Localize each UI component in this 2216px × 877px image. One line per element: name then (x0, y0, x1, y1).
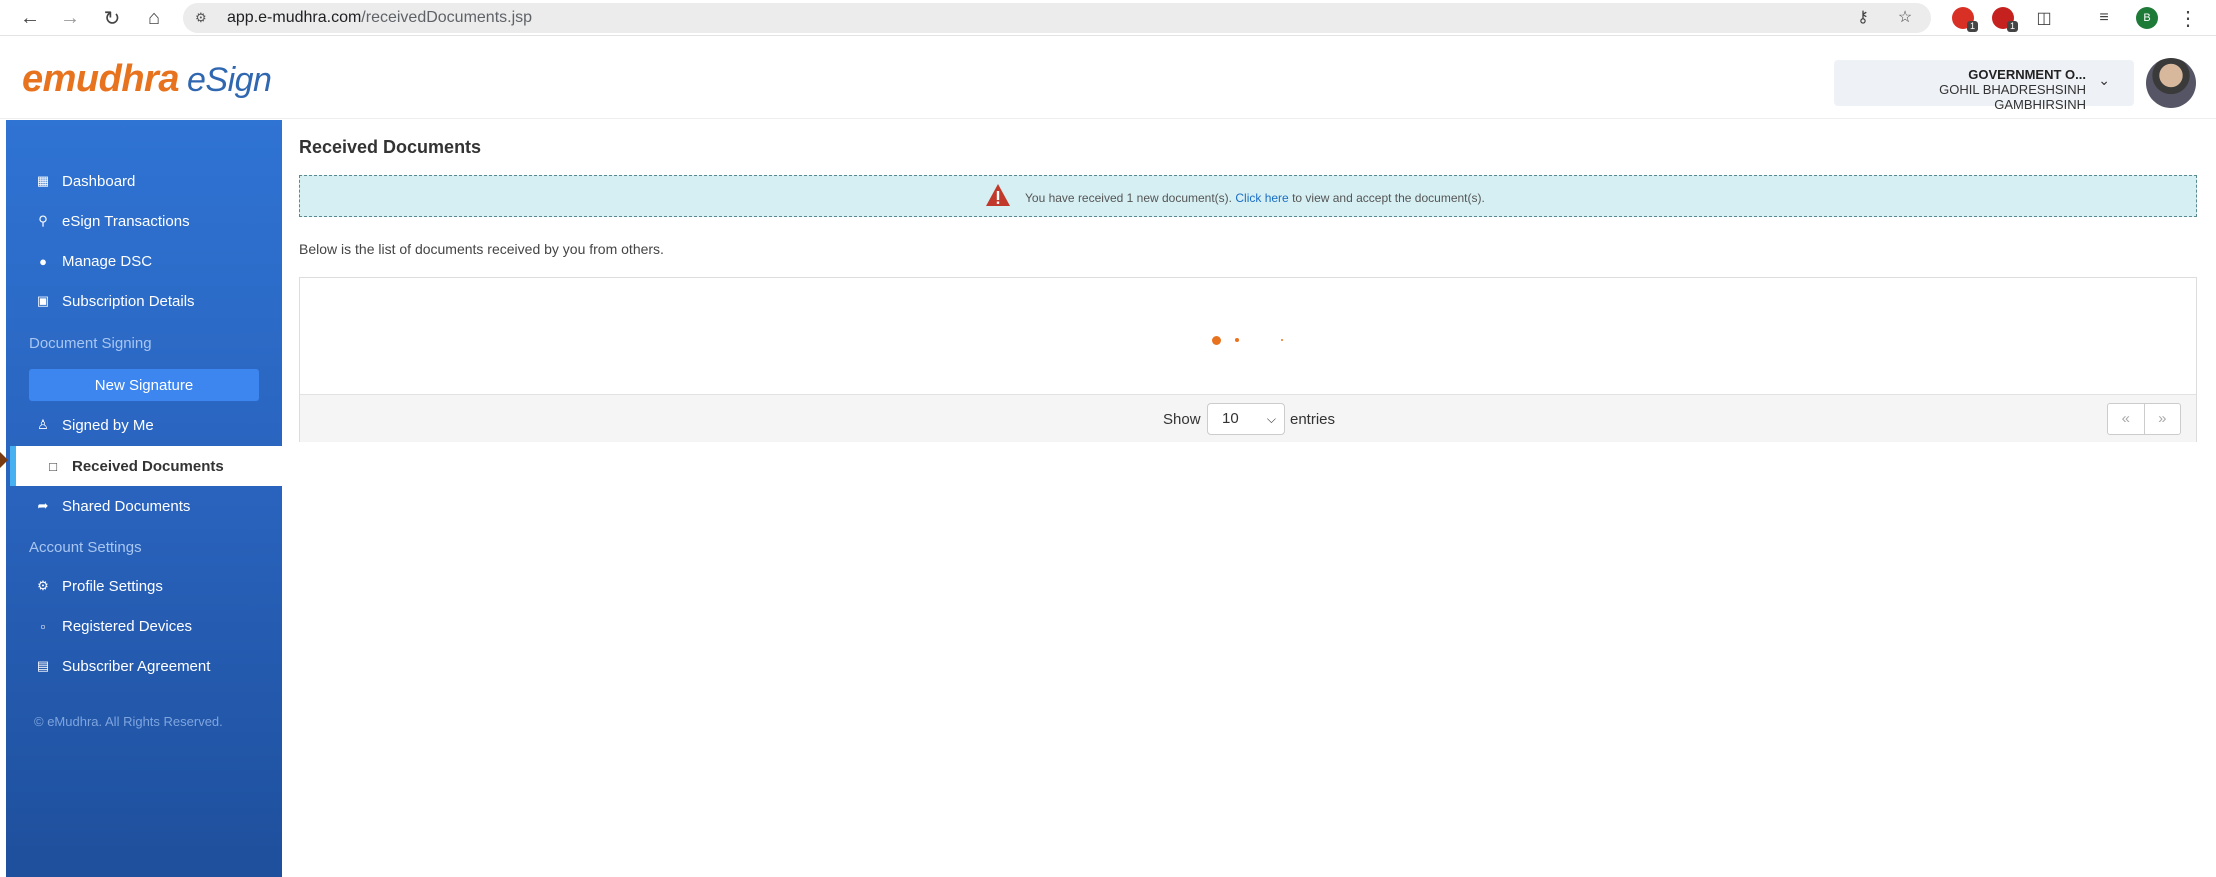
chevron-down-icon[interactable]: ⌄ (2098, 72, 2110, 89)
star-icon[interactable]: ☆ (1895, 8, 1915, 28)
copyright: © eMudhra. All Rights Reserved. (34, 714, 223, 729)
section-document-signing: Document Signing (29, 335, 152, 352)
circle-icon: ● (39, 253, 47, 269)
prev-page-button[interactable]: « (2108, 404, 2144, 434)
media-icon[interactable]: ≡ (2092, 6, 2116, 30)
site-info-icon[interactable]: ⚙ (195, 10, 211, 26)
pdf-icon: ▤ (36, 658, 50, 673)
entries-select[interactable]: 10 ⌵ (1207, 403, 1285, 435)
user-org: GOVERNMENT O... (1968, 67, 2086, 82)
dashboard-icon: ▦ (36, 173, 50, 188)
table-footer: Show 10 ⌵ entries « » (300, 394, 2196, 442)
user-icon: ♙ (37, 417, 49, 432)
sidebar: ▦ Dashboard ⚲ eSign Transactions ● Manage D… (6, 120, 282, 877)
extension-icon[interactable]: 1 (1992, 7, 2018, 32)
sidebar-item-dashboard[interactable]: ▦ Dashboard (6, 161, 282, 201)
extension-icon[interactable]: 1 (1952, 7, 1978, 32)
sidebar-item-shared-documents[interactable]: ➦ Shared Documents (6, 486, 282, 526)
user-name: GOHIL BHADRESHSINH GAMBHIRSINH (1939, 82, 2086, 112)
address-bar[interactable]: ⚙ app.e-mudhra.com/receivedDocuments.jsp… (183, 3, 1931, 33)
entries-label: entries (1290, 411, 1336, 428)
back-icon[interactable]: ← (18, 6, 42, 30)
page-title: Received Documents (299, 137, 482, 157)
menu-icon[interactable]: ⋮ (2176, 6, 2200, 30)
documents-table: Show 10 ⌵ entries « » (299, 277, 2197, 442)
url-text[interactable]: app.e-mudhra.com/receivedDocuments.jsp (227, 3, 532, 33)
sidebar-item-registered-devices[interactable]: ▫ Registered Devices (6, 606, 282, 646)
share-icon: ➦ (37, 498, 49, 513)
chevron-down-icon: ⌵ (1266, 412, 1276, 426)
logo[interactable]: emudhra eSign (22, 58, 272, 101)
sidebar-item-subscriber-agreement[interactable]: ▤ Subscriber Agreement (6, 646, 282, 686)
browser-toolbar: ← → ↻ ⌂ ⚙ app.e-mudhra.com/receivedDocum… (0, 0, 2216, 36)
reload-icon[interactable]: ↻ (100, 6, 124, 30)
puzzle-icon[interactable]: ◫ (2032, 6, 2056, 30)
profile-avatar[interactable]: B (2136, 7, 2158, 29)
active-pointer-icon (0, 452, 8, 468)
sidebar-item-subscription-details[interactable]: ▣ Subscription Details (6, 281, 282, 321)
sidebar-item-received-documents[interactable]: □ Received Documents (10, 446, 282, 486)
alert-message: You have received 1 new document(s). Cli… (1025, 191, 1485, 205)
search-icon: ⚲ (38, 213, 48, 228)
show-label: Show (1163, 411, 1201, 428)
money-icon: ▣ (36, 293, 50, 308)
sidebar-item-esign-transactions[interactable]: ⚲ eSign Transactions (6, 201, 282, 241)
home-icon[interactable]: ⌂ (142, 6, 166, 30)
cogs-icon: ⚙ (37, 578, 49, 593)
sidebar-item-manage-dsc[interactable]: ● Manage DSC (6, 241, 282, 281)
loading-spinner (1212, 333, 1283, 347)
next-page-button[interactable]: » (2143, 404, 2181, 434)
new-signature-button[interactable]: New Signature (29, 369, 259, 401)
key-icon[interactable]: ⚷ (1853, 8, 1873, 28)
avatar[interactable] (2146, 58, 2196, 108)
new-documents-alert: You have received 1 new document(s). Cli… (299, 175, 2197, 217)
user-menu[interactable]: GOVERNMENT O... GOHIL BHADRESHSINH GAMBH… (1834, 60, 2134, 112)
app-header: emudhra eSign GOVERNMENT O... GOHIL BHADR… (0, 40, 2216, 119)
click-here-link[interactable]: Click here (1235, 191, 1288, 205)
section-account-settings: Account Settings (29, 539, 142, 556)
device-icon: ▫ (40, 618, 46, 634)
file-icon: □ (49, 458, 57, 474)
list-description: Below is the list of documents received … (299, 241, 664, 257)
sidebar-item-signed-by-me[interactable]: ♙ Signed by Me (6, 405, 282, 445)
pagination: « » (2107, 403, 2181, 435)
sidebar-item-profile-settings[interactable]: ⚙ Profile Settings (6, 566, 282, 606)
warning-icon (986, 184, 1010, 206)
forward-icon[interactable]: → (58, 6, 82, 30)
